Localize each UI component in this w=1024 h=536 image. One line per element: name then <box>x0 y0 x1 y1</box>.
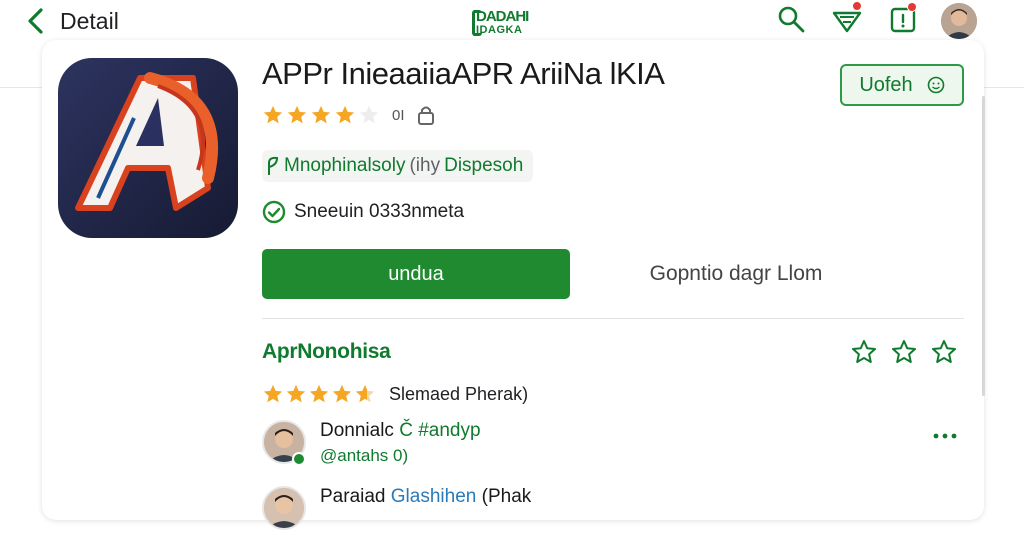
star-filled-icon <box>332 384 352 403</box>
reviewer-name-text: Paraiad <box>320 486 386 507</box>
install-button[interactable]: undua <box>262 249 570 299</box>
logo-line-1: DADAHI <box>476 8 529 25</box>
more-dots-icon[interactable] <box>930 426 960 446</box>
rate-stars[interactable] <box>850 338 958 366</box>
reviewer-handle: Č #andyp <box>399 420 481 441</box>
app-icon <box>58 58 238 238</box>
follow-label: Uofeh <box>859 73 913 96</box>
reviewer-subtext: @antahs 0) <box>320 446 409 465</box>
reviewer-avatar[interactable] <box>262 486 306 530</box>
chevron-left-icon <box>28 8 43 34</box>
app-rating: 0I <box>262 104 435 126</box>
secondary-action-button[interactable]: Gopntio dagr Llom <box>606 249 866 299</box>
star-filled-icon <box>309 384 329 403</box>
category-chip[interactable]: Mnophinalsoly (ihy Dispesoh <box>262 150 534 182</box>
star-filled-icon <box>263 105 283 124</box>
reviewer-name: Paraiad Glashihen (Phak <box>320 486 531 508</box>
reviewer-name: Donnialc Č #andyp <box>320 420 481 442</box>
star-filled-icon <box>286 384 306 403</box>
category-separator: (ihy <box>409 155 441 176</box>
back-button[interactable]: Detail <box>22 6 119 36</box>
star-outline-icon[interactable] <box>890 338 918 366</box>
review-summary-text: Slemaed Pherak) <box>389 383 529 404</box>
star-empty-icon <box>359 105 379 124</box>
notification-button[interactable] <box>888 2 918 34</box>
verified-developer: Sneeuin 0333nmeta <box>262 200 464 224</box>
scrollbar[interactable] <box>982 96 985 396</box>
search-icon[interactable] <box>776 4 806 34</box>
star-outline-icon[interactable] <box>930 338 958 366</box>
reviews-section-title: AprNonohisa <box>262 340 391 363</box>
logo-line-2: IDAGKA <box>476 24 523 36</box>
app-logo-a-icon <box>75 72 219 211</box>
star-filled-icon <box>311 105 331 124</box>
lock-icon <box>417 106 434 125</box>
review-summary: Slemaed Pherak) <box>262 383 528 405</box>
notification-dot <box>907 2 917 12</box>
follow-button[interactable]: Uofeh <box>840 64 964 106</box>
verified-text: Sneeuin 0333nmeta <box>294 201 465 222</box>
review-item: Donnialc Č #andyp @antahs 0) <box>262 420 962 470</box>
star-filled-icon <box>287 105 307 124</box>
wifi-signal-button[interactable] <box>832 1 862 34</box>
category-label: Mnophinalsoly <box>284 155 406 176</box>
reviewer-name-text: Donnialc <box>320 420 394 441</box>
reviewer-extra: (Phak <box>481 486 532 507</box>
brand-logo: DADAHI IDAGKA <box>472 6 552 38</box>
back-label: Detail <box>60 7 119 34</box>
leaf-icon <box>268 156 279 175</box>
rating-count: 0I <box>392 106 405 124</box>
smile-icon <box>927 76 944 94</box>
user-avatar-icon <box>264 488 304 528</box>
notification-dot <box>852 1 862 11</box>
section-divider <box>262 318 964 319</box>
star-filled-icon <box>263 384 283 403</box>
star-outline-icon[interactable] <box>850 338 878 366</box>
review-item: Paraiad Glashihen (Phak <box>262 486 962 536</box>
reviewer-badge <box>292 452 306 466</box>
star-half-icon <box>355 384 375 403</box>
star-filled-icon <box>335 105 355 124</box>
user-avatar-icon <box>941 3 977 39</box>
check-circle-icon <box>262 200 286 224</box>
app-title: APPr InieaaiiaAPR AriiNa lKIA <box>262 56 665 91</box>
profile-avatar[interactable] <box>941 3 977 39</box>
reviewer-handle: Glashihen <box>390 486 477 507</box>
category-sub-label: Dispesoh <box>444 155 524 176</box>
